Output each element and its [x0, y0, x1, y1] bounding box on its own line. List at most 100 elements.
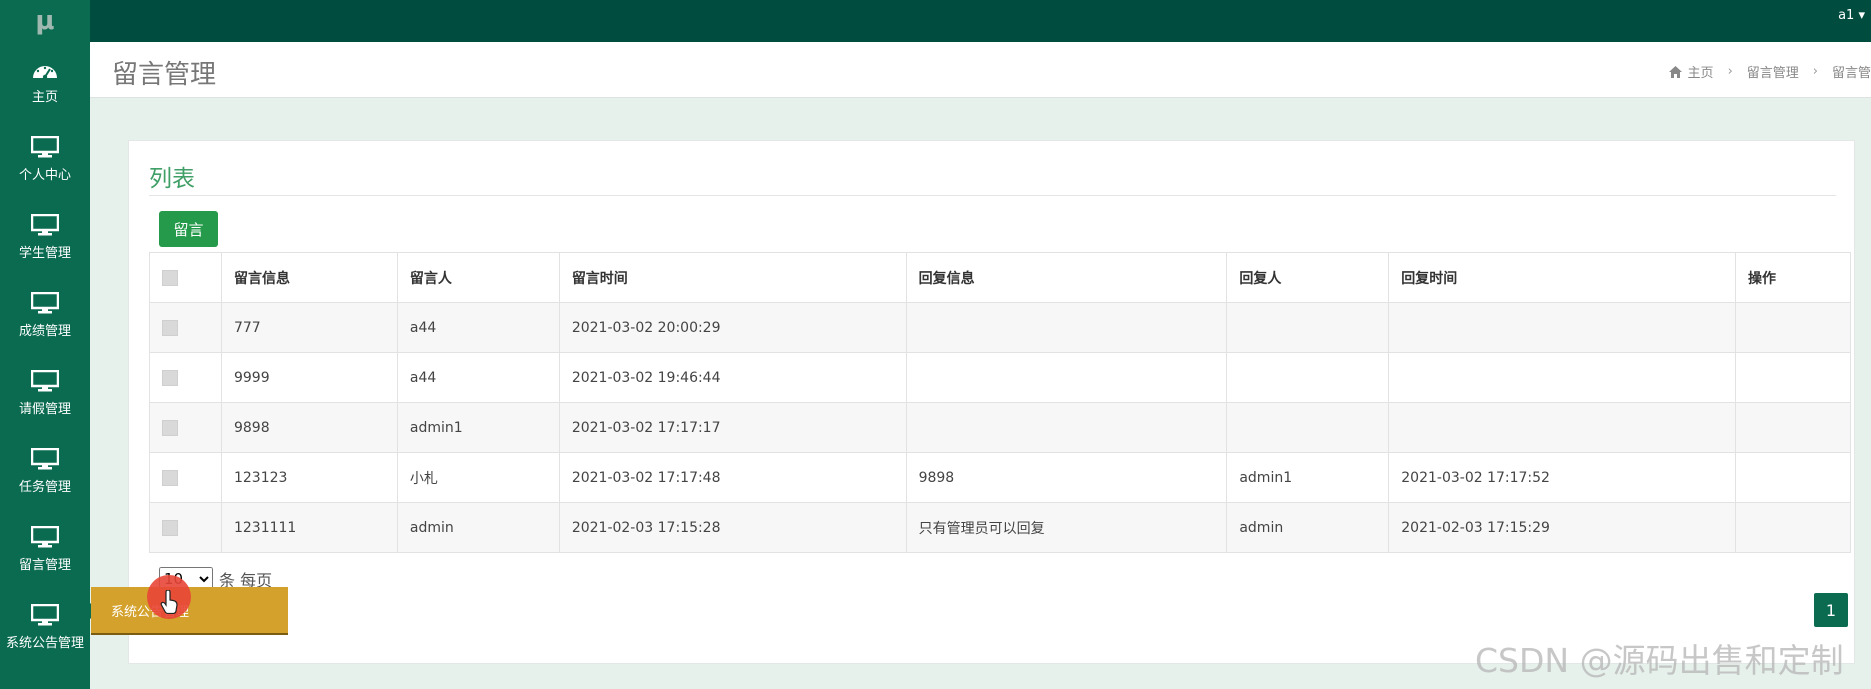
table-cell: 2021-03-02 17:17:48	[558, 452, 907, 503]
table-cell: 2021-02-03 17:15:29	[1388, 502, 1737, 553]
row-checkbox[interactable]	[162, 319, 178, 336]
table-cell	[1226, 352, 1390, 403]
table-cell: 9898	[905, 452, 1228, 503]
table-cell	[1388, 302, 1737, 353]
sidebar-item-students[interactable]: 学生管理	[0, 198, 90, 276]
row-checkbox[interactable]	[162, 369, 178, 386]
select-all-cell	[149, 252, 222, 303]
column-header: 留言信息	[220, 252, 398, 303]
page-button-current[interactable]: 1	[1814, 593, 1848, 627]
actions-cell	[1735, 402, 1851, 453]
sidebar-item-label: 学生管理	[18, 245, 71, 261]
monitor-icon	[31, 213, 59, 235]
list-card: 列表 留言 留言信息 留言人 留言时间 回复信息 回复人 回复时间 操作 777…	[128, 140, 1855, 664]
actions-cell	[1735, 352, 1851, 403]
actions-cell	[1735, 302, 1851, 353]
sidebar-item-label: 任务管理	[18, 479, 71, 495]
column-header: 回复信息	[905, 252, 1228, 303]
table-cell: 777	[220, 302, 398, 353]
breadcrumb: 主页 › 留言管理 › 留言管	[1668, 62, 1871, 81]
table-cell	[905, 352, 1228, 403]
table-cell: admin1	[1226, 452, 1390, 503]
column-header: 留言时间	[558, 252, 907, 303]
sidebar-item-profile[interactable]: 个人中心	[0, 120, 90, 198]
home-icon	[1668, 65, 1682, 78]
column-header: 回复时间	[1388, 252, 1737, 303]
table-row: 9898 admin1 2021-03-02 17:17:17	[149, 402, 1851, 453]
table-cell: 9999	[220, 352, 398, 403]
monitor-icon	[31, 369, 59, 391]
flyout-arrow	[82, 603, 91, 619]
table-cell	[1226, 402, 1390, 453]
monitor-icon	[31, 291, 59, 313]
table-cell	[1388, 402, 1737, 453]
table-cell: 2021-03-02 17:17:17	[558, 402, 907, 453]
table-cell	[905, 402, 1228, 453]
monitor-icon	[31, 135, 59, 157]
table-cell: admin	[1226, 502, 1390, 553]
column-header: 回复人	[1226, 252, 1390, 303]
divider	[149, 195, 1836, 196]
table-cell: admin	[396, 502, 560, 553]
actions-cell	[1735, 502, 1851, 553]
table-cell: a44	[396, 302, 560, 353]
sidebar-item-tasks[interactable]: 任务管理	[0, 432, 90, 510]
app-logo: μ	[0, 0, 90, 42]
page-header: 留言管理 主页 › 留言管理 › 留言管	[90, 42, 1871, 98]
hand-cursor-icon	[160, 590, 178, 614]
row-select-cell	[149, 502, 222, 553]
page-title: 留言管理	[112, 60, 217, 90]
table-row: 9999 a44 2021-03-02 19:46:44	[149, 352, 1851, 403]
column-header: 操作	[1735, 252, 1851, 303]
add-message-button[interactable]: 留言	[159, 211, 218, 247]
table-cell: 2021-03-02 19:46:44	[558, 352, 907, 403]
row-checkbox[interactable]	[162, 419, 178, 436]
messages-table: 留言信息 留言人 留言时间 回复信息 回复人 回复时间 操作 777 a44 2…	[149, 252, 1851, 553]
sidebar-item-grades[interactable]: 成绩管理	[0, 276, 90, 354]
monitor-icon	[31, 525, 59, 547]
breadcrumb-current: 留言管	[1831, 66, 1871, 81]
table-cell: 只有管理员可以回复	[905, 502, 1228, 553]
breadcrumb-messages[interactable]: 留言管理	[1747, 62, 1799, 81]
table-row: 1231111 admin 2021-02-03 17:15:28 只有管理员可…	[149, 502, 1851, 553]
row-select-cell	[149, 352, 222, 403]
table-cell: 小札	[396, 452, 560, 503]
sidebar-item-leave[interactable]: 请假管理	[0, 354, 90, 432]
sidebar-item-label: 留言管理	[18, 557, 71, 573]
row-checkbox[interactable]	[162, 469, 178, 486]
table-cell: 2021-02-03 17:15:28	[558, 502, 907, 553]
card-title: 列表	[149, 166, 195, 192]
sidebar-item-label: 系统公告管理	[5, 635, 84, 651]
watermark: CSDN @源码出售和定制	[1475, 641, 1844, 680]
table-cell	[905, 302, 1228, 353]
table-cell	[1226, 302, 1390, 353]
table-cell: 9898	[220, 402, 398, 453]
select-all-checkbox[interactable]	[162, 269, 178, 286]
row-checkbox[interactable]	[162, 519, 178, 536]
chevron-right-icon: ›	[1727, 64, 1733, 79]
sidebar-item-label: 个人中心	[18, 167, 71, 183]
table-cell	[1388, 352, 1737, 403]
sidebar-item-label: 主页	[31, 89, 58, 105]
monitor-icon	[31, 603, 59, 625]
table-header-row: 留言信息 留言人 留言时间 回复信息 回复人 回复时间 操作	[149, 252, 1851, 303]
sidebar: 主页 个人中心 学生管理 成绩管理 请假管理 任务管理 留言管理 系统公告管理	[0, 42, 90, 689]
row-select-cell	[149, 302, 222, 353]
sidebar-item-home[interactable]: 主页	[0, 42, 90, 120]
user-menu[interactable]: a1 ▾	[1838, 8, 1865, 23]
row-select-cell	[149, 452, 222, 503]
monitor-icon	[31, 447, 59, 469]
breadcrumb-home[interactable]: 主页	[1688, 62, 1714, 81]
sidebar-item-label: 请假管理	[18, 401, 71, 417]
table-cell: 1231111	[220, 502, 398, 553]
sidebar-item-label: 成绩管理	[18, 323, 71, 339]
actions-cell	[1735, 452, 1851, 503]
sidebar-item-messages[interactable]: 留言管理	[0, 510, 90, 588]
sidebar-item-announcements[interactable]: 系统公告管理	[0, 588, 90, 666]
table-cell: 2021-03-02 17:17:52	[1388, 452, 1737, 503]
dashboard-icon	[33, 65, 57, 79]
row-select-cell	[149, 402, 222, 453]
table-row: 777 a44 2021-03-02 20:00:29	[149, 302, 1851, 353]
top-bar: μ a1 ▾	[0, 0, 1871, 42]
column-header: 留言人	[396, 252, 560, 303]
